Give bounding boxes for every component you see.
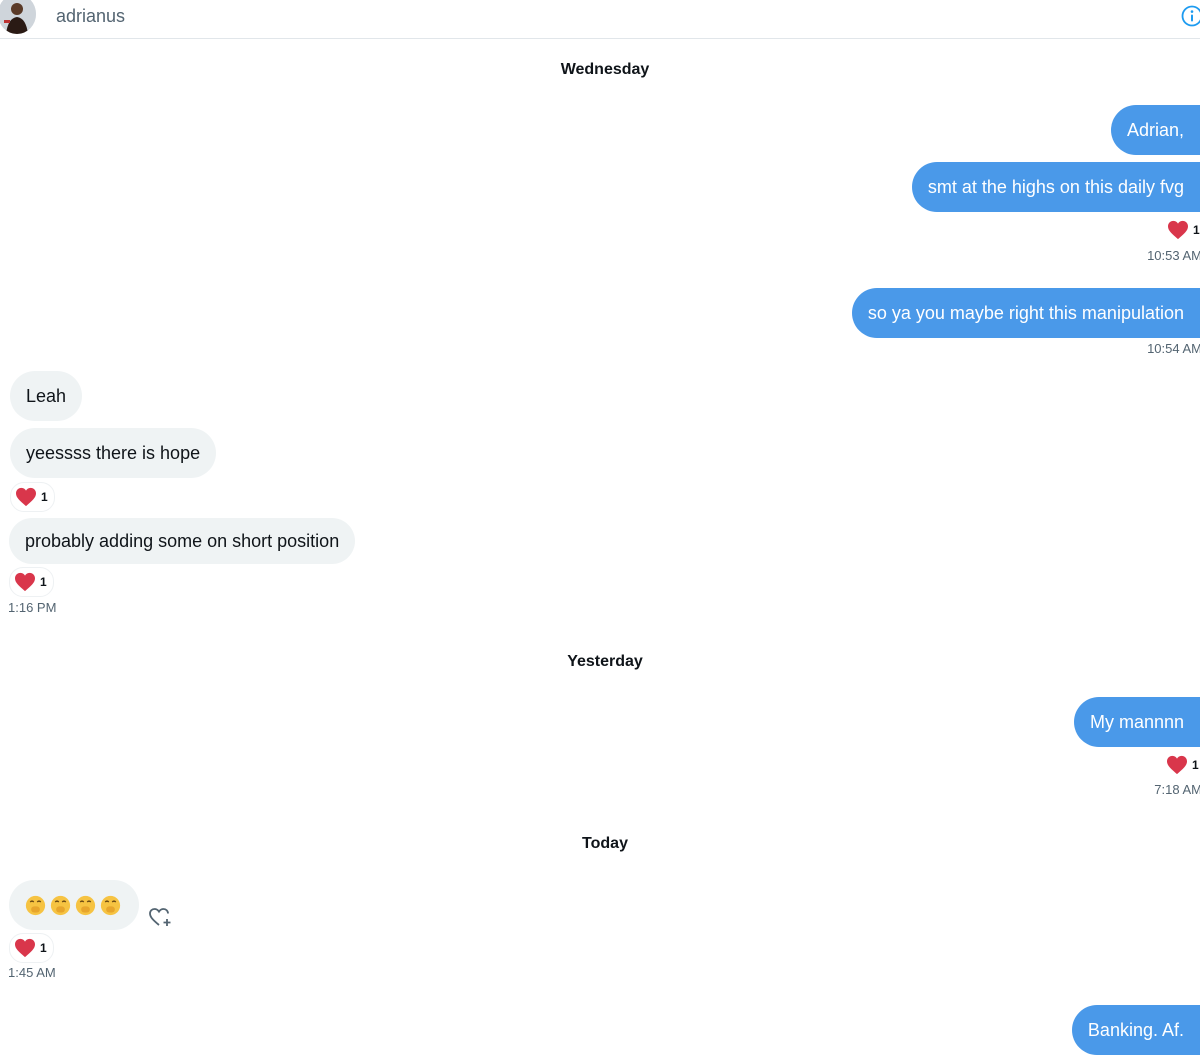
heart-icon (1167, 220, 1189, 240)
reaction-badge[interactable]: 1 (9, 933, 54, 963)
add-reaction-icon[interactable] (148, 906, 174, 928)
message-timestamp: 1:45 AM (8, 965, 56, 980)
heart-icon (15, 487, 37, 507)
reaction-badge[interactable]: 1 (9, 567, 54, 597)
avatar[interactable] (0, 0, 36, 34)
incoming-message[interactable]: yeessss there is hope (10, 428, 216, 478)
outgoing-message[interactable]: Adrian, (1111, 105, 1200, 155)
reaction-count: 1 (1192, 758, 1199, 772)
heart-icon (1166, 755, 1188, 775)
reaction-count: 1 (40, 941, 47, 955)
reaction-badge[interactable]: 1 (1167, 216, 1200, 244)
incoming-message[interactable]: probably adding some on short position (9, 518, 355, 564)
hand-over-mouth-emoji (25, 895, 46, 916)
reaction-count: 1 (1193, 223, 1200, 237)
hand-over-mouth-emoji (75, 895, 96, 916)
reaction-count: 1 (41, 490, 48, 504)
reaction-badge[interactable]: 1 (1166, 751, 1199, 779)
heart-icon (14, 938, 36, 958)
outgoing-message[interactable]: Banking. Af. (1072, 1005, 1200, 1055)
incoming-message[interactable]: Leah (10, 371, 82, 421)
reaction-badge[interactable]: 1 (10, 482, 55, 512)
message-timestamp: 10:54 AM (1147, 341, 1200, 356)
outgoing-message[interactable]: My mannnn (1074, 697, 1200, 747)
heart-icon (14, 572, 36, 592)
outgoing-message[interactable]: so ya you maybe right this manipulation (852, 288, 1200, 338)
outgoing-message[interactable]: smt at the highs on this daily fvg (912, 162, 1200, 212)
contact-name[interactable]: adrianus (56, 6, 125, 27)
message-timestamp: 7:18 AM (1154, 782, 1200, 797)
day-separator-today: Today (0, 835, 1200, 853)
incoming-message[interactable] (9, 880, 139, 930)
reaction-count: 1 (40, 575, 47, 589)
day-separator-yesterday: Yesterday (0, 653, 1200, 671)
conversation-header: adrianus (0, 0, 1200, 39)
day-separator-wednesday: Wednesday (0, 61, 1200, 79)
hand-over-mouth-emoji (100, 895, 121, 916)
info-icon[interactable] (1180, 4, 1200, 28)
message-timestamp: 1:16 PM (8, 600, 56, 615)
hand-over-mouth-emoji (50, 895, 71, 916)
message-timestamp: 10:53 AM (1147, 248, 1200, 263)
